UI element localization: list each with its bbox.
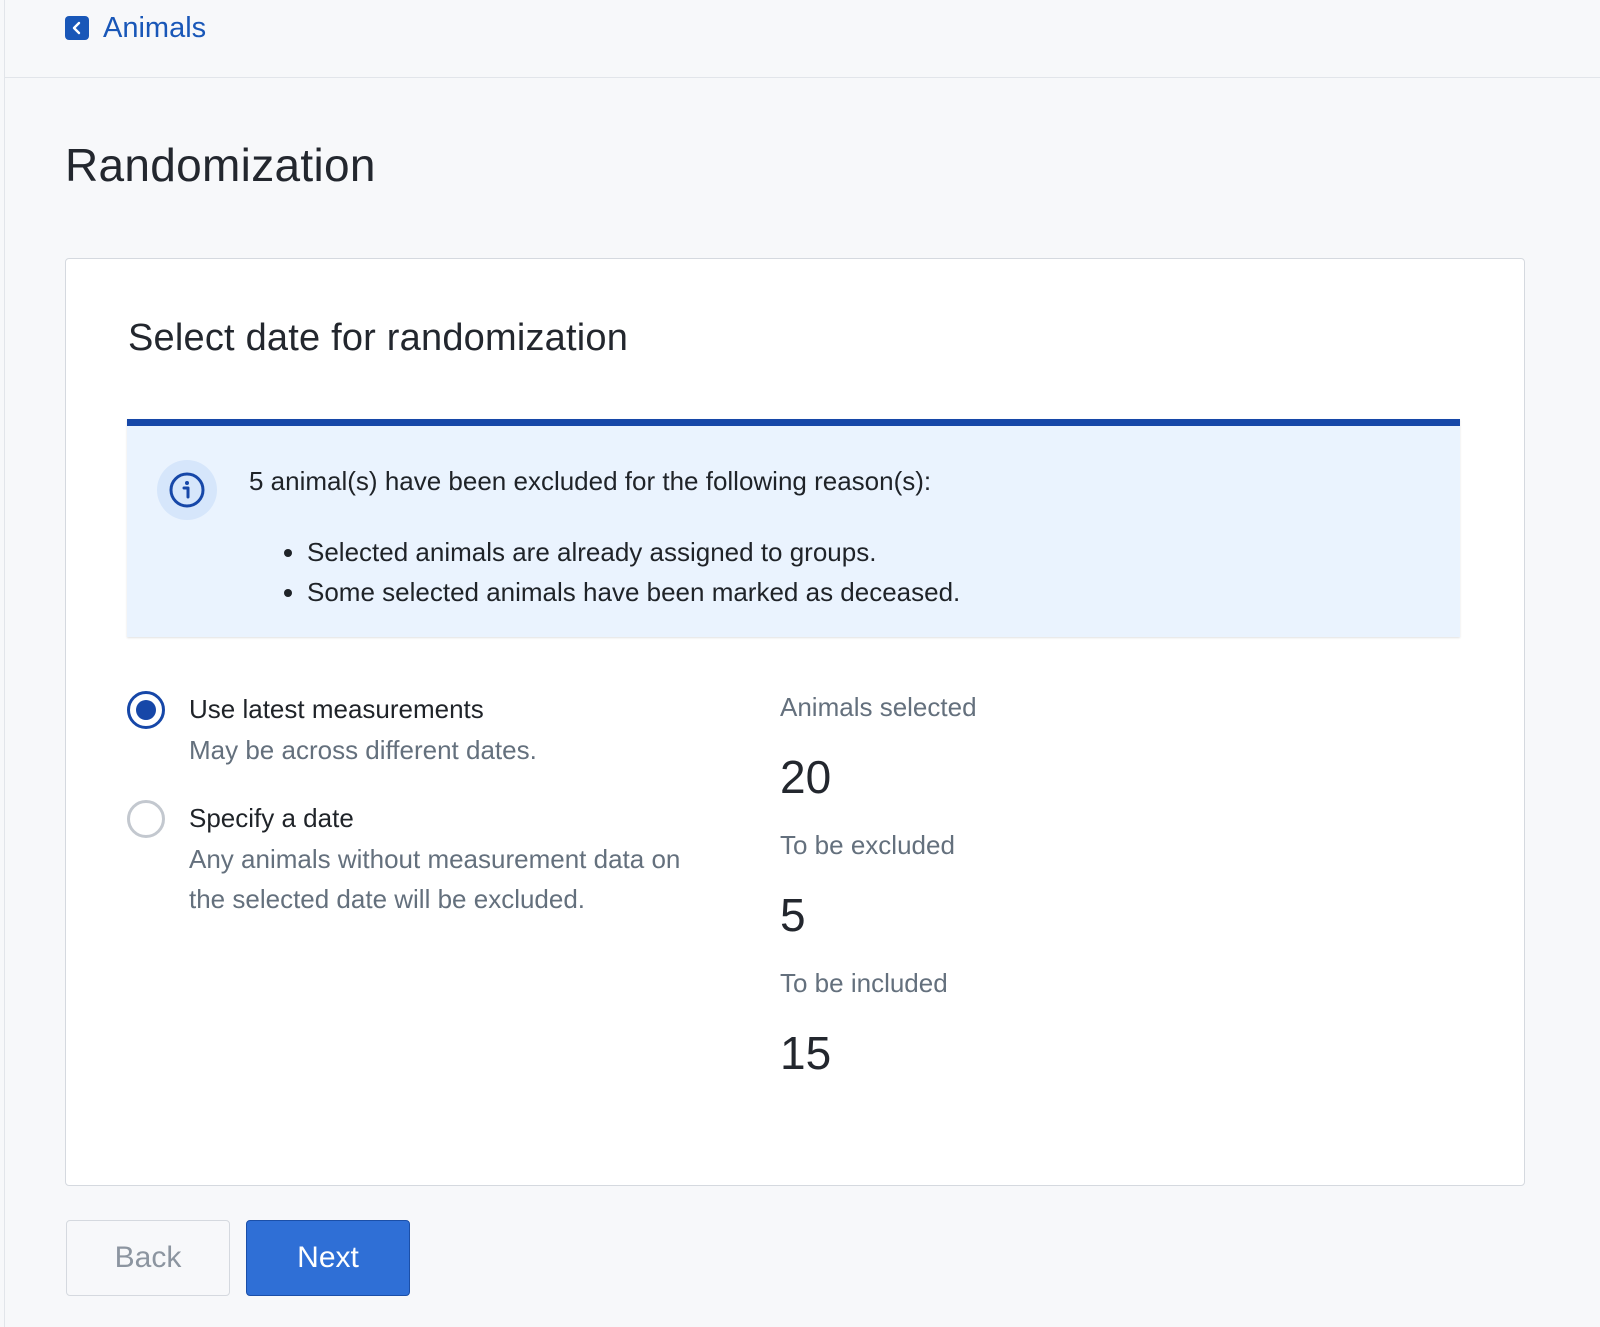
notice-heading: 5 animal(s) have been excluded for the f… bbox=[249, 466, 932, 496]
exclusion-reason: Selected animals are already assigned to… bbox=[307, 532, 960, 572]
stat-label: To be excluded bbox=[780, 830, 955, 860]
stat-label: To be included bbox=[780, 968, 948, 998]
top-bar: Animals bbox=[5, 0, 1600, 78]
page-title: Randomization bbox=[65, 139, 376, 191]
animal-counts: Animals selected 20 To be excluded 5 To … bbox=[780, 689, 1380, 1093]
back-to-animals-link[interactable]: Animals bbox=[65, 10, 206, 46]
stat-to-be-included: To be included 15 bbox=[780, 965, 1380, 1081]
stat-animals-selected: Animals selected 20 bbox=[780, 689, 1380, 805]
radio-specify-date[interactable] bbox=[127, 800, 165, 838]
exclusion-reason: Some selected animals have been marked a… bbox=[307, 572, 960, 612]
next-button[interactable]: Next bbox=[246, 1220, 410, 1296]
back-link-label: Animals bbox=[103, 12, 207, 44]
stat-to-be-excluded: To be excluded 5 bbox=[780, 827, 1380, 943]
chevron-left-icon bbox=[65, 16, 89, 40]
card-title: Select date for randomization bbox=[128, 317, 629, 359]
stat-value: 20 bbox=[780, 751, 832, 803]
exclusion-notice: 5 animal(s) have been excluded for the f… bbox=[127, 419, 1460, 637]
stat-label: Animals selected bbox=[780, 692, 977, 722]
option-label: Specify a date bbox=[189, 803, 354, 833]
measurement-options: Use latest measurements May be across di… bbox=[127, 691, 687, 949]
option-label: Use latest measurements bbox=[189, 694, 484, 724]
option-specify-date[interactable]: Specify a date Any animals without measu… bbox=[127, 800, 687, 919]
info-icon bbox=[157, 460, 217, 520]
option-use-latest-measurements[interactable]: Use latest measurements May be across di… bbox=[127, 691, 687, 770]
stat-value: 15 bbox=[780, 1027, 832, 1079]
randomization-card: Select date for randomization 5 animal(s… bbox=[65, 258, 1525, 1186]
radio-use-latest-measurements[interactable] bbox=[127, 691, 165, 729]
back-button[interactable]: Back bbox=[66, 1220, 230, 1296]
option-help-text: Any animals without measurement data on … bbox=[189, 844, 681, 914]
option-help-text: May be across different dates. bbox=[189, 735, 537, 765]
page: Animals Randomization Select date for ra… bbox=[4, 0, 1600, 1327]
stat-value: 5 bbox=[780, 889, 806, 941]
exclusion-reasons-list: Selected animals are already assigned to… bbox=[277, 532, 960, 612]
